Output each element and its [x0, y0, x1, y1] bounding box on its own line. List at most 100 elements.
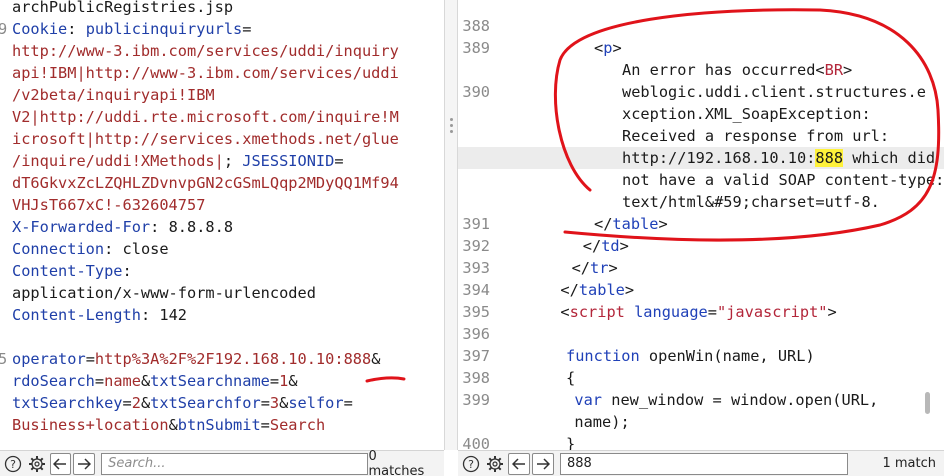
- code-token: </: [594, 215, 613, 233]
- request-search-bar: ? 0 matches: [0, 449, 444, 476]
- response-scrollbar-thumb[interactable]: [925, 392, 930, 414]
- code-token: </: [571, 259, 591, 277]
- help-icon[interactable]: ?: [2, 453, 24, 475]
- code-token: : close: [104, 240, 169, 258]
- code-token: =: [269, 372, 280, 390]
- line-text: Business+location&btnSubmit=Search: [12, 414, 325, 436]
- code-token: application/x-www-form-urlencoded: [12, 284, 316, 302]
- request-editor[interactable]: archPublicRegistries.jsp 9 Cookie: publici…: [0, 0, 444, 450]
- line-number: 394: [462, 281, 490, 299]
- line-text: weblogic.uddi.client.structures.e: [622, 81, 926, 103]
- code-token: &: [140, 372, 151, 390]
- arrow-right-icon[interactable]: [532, 452, 554, 475]
- code-token: =: [85, 350, 95, 368]
- request-gutter: [0, 0, 8, 450]
- code-token: new_window = window.open(URL,: [602, 391, 879, 409]
- code-token: BR: [824, 61, 844, 79]
- line-text: Content-Type:: [12, 260, 132, 282]
- code-token: publicinquiryurls: [85, 20, 243, 38]
- code-token: >: [608, 259, 618, 277]
- line-number: 397: [462, 347, 490, 365]
- line-number: 392: [462, 237, 490, 255]
- line-number: 5: [0, 350, 8, 368]
- code-token: }: [566, 435, 576, 450]
- code-token: txtSearchkey: [12, 394, 123, 412]
- request-search-input[interactable]: [101, 452, 369, 475]
- code-token: An error has occurred<: [622, 61, 825, 79]
- code-token: Cookie: [12, 20, 68, 38]
- arrow-left-icon[interactable]: [49, 452, 72, 475]
- response-line: 397 function openWin(name, URL): [458, 345, 944, 367]
- svg-text:?: ?: [468, 458, 474, 471]
- response-search-bar: ? 1 match: [458, 450, 944, 476]
- line-number: 390: [462, 83, 490, 101]
- response-line: 393 </tr>: [458, 257, 944, 279]
- code-token: dT6GkvxZcLZQHLZDvnvpGN2cGSmLQqp2MDyQQ1Mf…: [12, 174, 399, 192]
- line-text: function openWin(name, URL): [566, 345, 815, 367]
- response-search-input[interactable]: [560, 452, 848, 475]
- line-text: V2|http://uddi.rte.microsoft.com/inquire…: [12, 106, 399, 128]
- code-token: table: [578, 281, 625, 299]
- code-token: icrosoft|http://services.xmethods.net/gl…: [12, 130, 399, 148]
- help-icon[interactable]: ?: [460, 453, 482, 475]
- code-token: txtSearchname: [150, 372, 270, 390]
- code-token: which did: [843, 149, 936, 167]
- arrow-right-icon[interactable]: [73, 452, 96, 475]
- line-text: </tr>: [572, 257, 618, 279]
- line-text: </td>: [583, 235, 629, 257]
- response-line: 389 <p>: [458, 37, 944, 59]
- line-text: </table>: [594, 213, 668, 235]
- pane-divider[interactable]: [444, 0, 458, 450]
- line-text: txtSearchkey=2&txtSearchfor=3&selfor=: [12, 392, 353, 414]
- code-token: http://192.168.10.10:: [622, 149, 816, 167]
- gear-icon[interactable]: [484, 453, 506, 475]
- line-text: <p>: [594, 37, 622, 59]
- code-token: =: [260, 416, 270, 434]
- code-token: operator: [12, 350, 86, 368]
- gear-icon[interactable]: [26, 453, 48, 475]
- code-token: </: [560, 281, 579, 299]
- code-token: =: [343, 394, 353, 412]
- code-token: >: [658, 215, 668, 233]
- code-token: JSESSIONID: [242, 152, 335, 170]
- code-token: </: [582, 237, 602, 255]
- line-text: </table>: [560, 279, 634, 301]
- line-text: /inquire/uddi!XMethods|; JSESSIONID=: [12, 150, 344, 172]
- code-token: archPublicRegistries.jsp: [12, 0, 234, 16]
- response-line: text/html&#59;charset=utf-8.: [458, 191, 944, 213]
- code-token: >: [827, 303, 837, 321]
- code-token: =: [334, 152, 344, 170]
- code-token: >: [843, 61, 853, 79]
- code-token: : 8.8.8.8: [150, 218, 234, 236]
- code-token: /inquire/uddi!XMethods|: [12, 152, 224, 170]
- code-token: VHJsT667xC!-632604757: [12, 196, 206, 214]
- line-text: {: [566, 367, 575, 389]
- code-token: &: [279, 394, 289, 412]
- response-line: 392 </td>: [458, 235, 944, 257]
- code-token: 2: [131, 394, 141, 412]
- code-token: 1: [279, 372, 289, 390]
- response-line: 396: [458, 323, 944, 345]
- code-token: http%3A%2F%2F192.168.10.10:888: [94, 350, 372, 368]
- arrow-left-icon[interactable]: [508, 452, 530, 475]
- code-token: {: [566, 369, 576, 387]
- line-number: 389: [462, 39, 490, 57]
- line-text: http://www-3.ibm.com/services/uddi/inqui…: [12, 40, 399, 62]
- line-text: operator=http%3A%2F%2F192.168.10.10:888&: [12, 348, 380, 370]
- code-token: script: [569, 303, 625, 321]
- response-line: Received a response from url:: [458, 125, 944, 147]
- line-text: Cookie: publicinquiryurls=: [12, 18, 251, 40]
- line-text: http://192.168.10.10:888 which did: [622, 147, 935, 169]
- response-match-count: 1 match: [882, 456, 936, 471]
- code-token: text/html&#59;charset=utf-8.: [622, 193, 880, 211]
- code-token: api!IBM|http://www-3.ibm.com/services/ud…: [12, 64, 399, 82]
- line-text: rdoSearch=name&txtSearchname=1&: [12, 370, 298, 392]
- code-token: =: [260, 394, 270, 412]
- code-token: <: [560, 303, 570, 321]
- code-token: >: [612, 39, 622, 57]
- search-match-highlight: 888: [815, 149, 844, 167]
- response-line: 398 {: [458, 367, 944, 389]
- response-editor[interactable]: 388 389 <p> An error has occurred<BR> 390 web…: [458, 0, 944, 450]
- code-token: =: [94, 372, 105, 390]
- code-token: weblogic.uddi.client.structures.e: [622, 83, 926, 101]
